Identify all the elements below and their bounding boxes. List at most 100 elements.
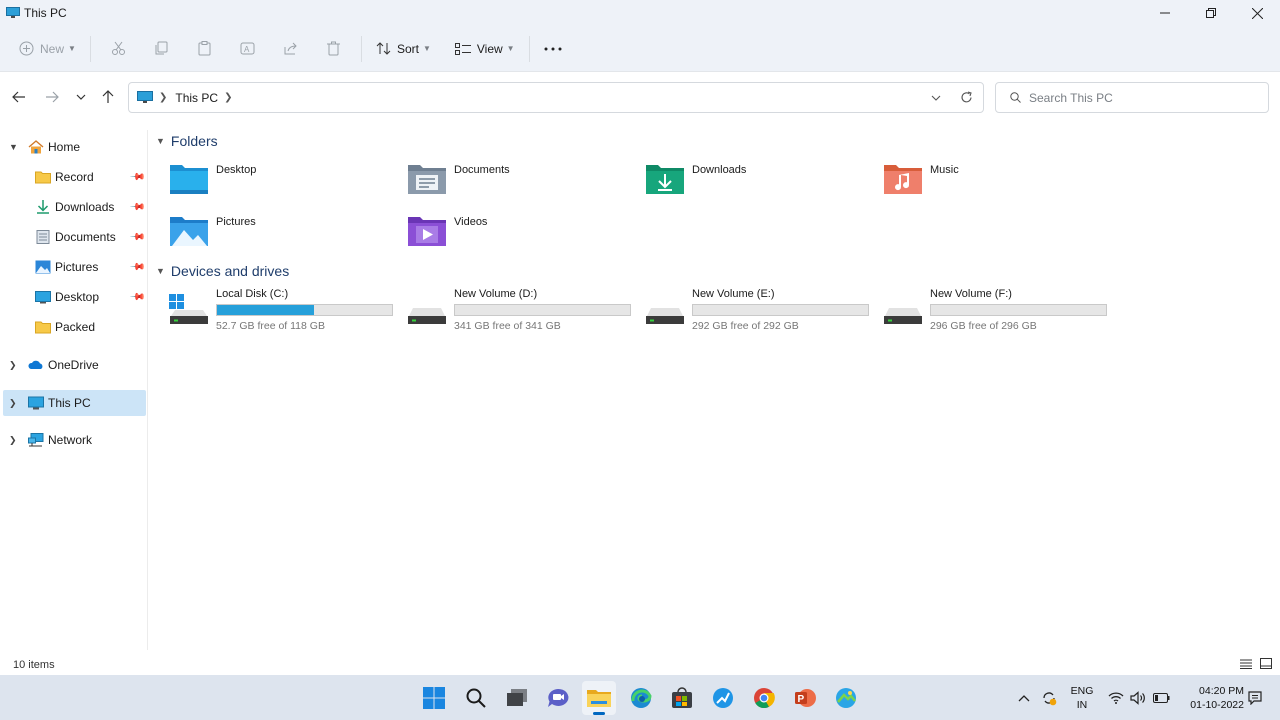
delete-button[interactable] (320, 33, 347, 65)
sidebar-item-this-pc[interactable]: ❯ This PC (3, 390, 146, 416)
breadcrumb-separator-icon[interactable]: ❯ (159, 92, 167, 103)
sidebar-item-network[interactable]: ❯ Network (3, 427, 146, 453)
network-status-button[interactable] (1108, 675, 1124, 720)
store-button[interactable] (665, 681, 699, 715)
drive-usage-bar (216, 304, 393, 316)
sidebar-item-label: This PC (48, 396, 91, 410)
address-bar[interactable]: ❯ This PC ❯ (128, 82, 984, 113)
recent-locations-button[interactable] (72, 88, 90, 106)
cut-button[interactable] (105, 33, 132, 65)
rename-button[interactable]: A (234, 33, 261, 65)
notifications-button[interactable] (1248, 675, 1262, 720)
folder-tile-pictures[interactable]: Pictures (169, 214, 399, 254)
folder-tile-documents[interactable]: Documents (407, 162, 637, 202)
start-button[interactable] (417, 681, 451, 715)
sidebar-item-onedrive[interactable]: ❯ OneDrive (3, 352, 146, 378)
edge-button[interactable] (624, 681, 658, 715)
more-options-button[interactable] (538, 33, 568, 65)
breadcrumb-separator-icon[interactable]: ❯ (224, 92, 232, 103)
share-button[interactable] (277, 33, 304, 65)
drive-c[interactable]: Local Disk (C:) 52.7 GB free of 118 GB (169, 288, 405, 334)
details-view-button[interactable] (1240, 658, 1252, 672)
folder-icon (35, 171, 51, 184)
separator (89, 35, 91, 62)
drives-group-header[interactable]: ▼ Devices and drives (156, 263, 289, 279)
arrow-up-icon (102, 90, 114, 103)
drive-usage-fill (217, 305, 314, 315)
close-button[interactable] (1234, 0, 1280, 26)
drive-icon (646, 308, 684, 324)
sidebar-item-record[interactable]: Record 📌 (3, 164, 146, 190)
wifi-icon (1108, 691, 1124, 704)
taskbar-search-button[interactable] (459, 681, 493, 715)
drive-d[interactable]: New Volume (D:) 341 GB free of 341 GB (407, 288, 643, 334)
drive-f[interactable]: New Volume (F:) 296 GB free of 296 GB (883, 288, 1119, 334)
minimize-button[interactable] (1142, 0, 1188, 26)
folder-tile-music[interactable]: Music (883, 162, 1113, 202)
chevron-right-icon[interactable]: ❯ (9, 398, 17, 409)
sidebar-item-downloads[interactable]: Downloads 📌 (3, 194, 146, 220)
download-icon (37, 200, 49, 214)
up-button[interactable] (99, 88, 117, 106)
sidebar-item-desktop[interactable]: Desktop 📌 (3, 284, 146, 310)
refresh-button[interactable] (949, 83, 983, 112)
chevron-right-icon[interactable]: ❯ (9, 360, 17, 371)
copy-button[interactable] (148, 33, 175, 65)
region-code: IN (1076, 699, 1088, 711)
restore-button[interactable] (1188, 0, 1234, 26)
search-box[interactable]: Search This PC (995, 82, 1269, 113)
computer-icon (137, 91, 153, 103)
folder-name: Music (930, 164, 959, 176)
update-status-button[interactable] (1041, 675, 1057, 720)
folder-tile-downloads[interactable]: Downloads (645, 162, 875, 202)
folder-tile-desktop[interactable]: Desktop (169, 162, 399, 202)
volume-button[interactable] (1130, 675, 1146, 720)
desktop-icon (35, 291, 51, 304)
forward-button[interactable] (43, 88, 61, 106)
show-hidden-icons-button[interactable] (1018, 675, 1030, 720)
arrow-right-icon (46, 91, 59, 103)
clock-date: 01-10-2022 (1190, 699, 1244, 711)
taskbar-app-button[interactable] (706, 681, 740, 715)
chevron-down-icon[interactable]: ▼ (156, 136, 165, 146)
search-input[interactable]: Search This PC (1029, 91, 1113, 105)
sidebar-item-pictures[interactable]: Pictures 📌 (3, 254, 146, 280)
input-language[interactable]: ENG IN (1068, 684, 1096, 712)
drive-e[interactable]: New Volume (E:) 292 GB free of 292 GB (645, 288, 881, 334)
breadcrumb-this-pc[interactable]: This PC (175, 91, 218, 105)
documents-folder-icon (408, 165, 446, 194)
sort-icon (376, 42, 391, 55)
sync-icon (1043, 691, 1057, 705)
sidebar-item-documents[interactable]: Documents 📌 (3, 224, 146, 250)
view-button[interactable]: View ▼ (449, 33, 521, 65)
chat-button[interactable] (541, 681, 575, 715)
clock[interactable]: 04:20 PM 01-10-2022 (1180, 684, 1244, 712)
address-history-button[interactable] (923, 83, 949, 112)
chevron-right-icon[interactable]: ❯ (9, 435, 17, 446)
share-icon (284, 42, 297, 55)
photos-button[interactable] (829, 681, 863, 715)
file-explorer-taskbar-button[interactable] (582, 681, 616, 715)
sort-button[interactable]: Sort ▼ (370, 33, 437, 65)
chrome-button[interactable] (747, 681, 781, 715)
folders-group-header[interactable]: ▼ Folders (156, 133, 218, 149)
powerpoint-button[interactable]: P (788, 681, 822, 715)
paste-icon (198, 41, 211, 56)
sidebar-item-home[interactable]: ▼ Home (3, 134, 146, 160)
drive-name: New Volume (E:) (692, 288, 775, 300)
back-button[interactable] (10, 88, 28, 106)
new-button[interactable]: New ▼ (13, 33, 82, 65)
paste-button[interactable] (191, 33, 218, 65)
search-icon (466, 688, 486, 708)
sidebar-item-packed[interactable]: Packed (3, 314, 146, 340)
folder-tile-videos[interactable]: Videos (407, 214, 637, 254)
refresh-icon (960, 91, 972, 103)
chevron-down-icon[interactable]: ▼ (9, 142, 18, 152)
task-view-button[interactable] (500, 681, 534, 715)
battery-button[interactable] (1153, 675, 1170, 720)
chrome-icon (754, 688, 775, 709)
rename-icon: A (240, 42, 255, 55)
tiles-view-icon (1260, 657, 1272, 669)
tiles-view-button[interactable] (1260, 657, 1272, 672)
chevron-down-icon[interactable]: ▼ (156, 266, 165, 276)
